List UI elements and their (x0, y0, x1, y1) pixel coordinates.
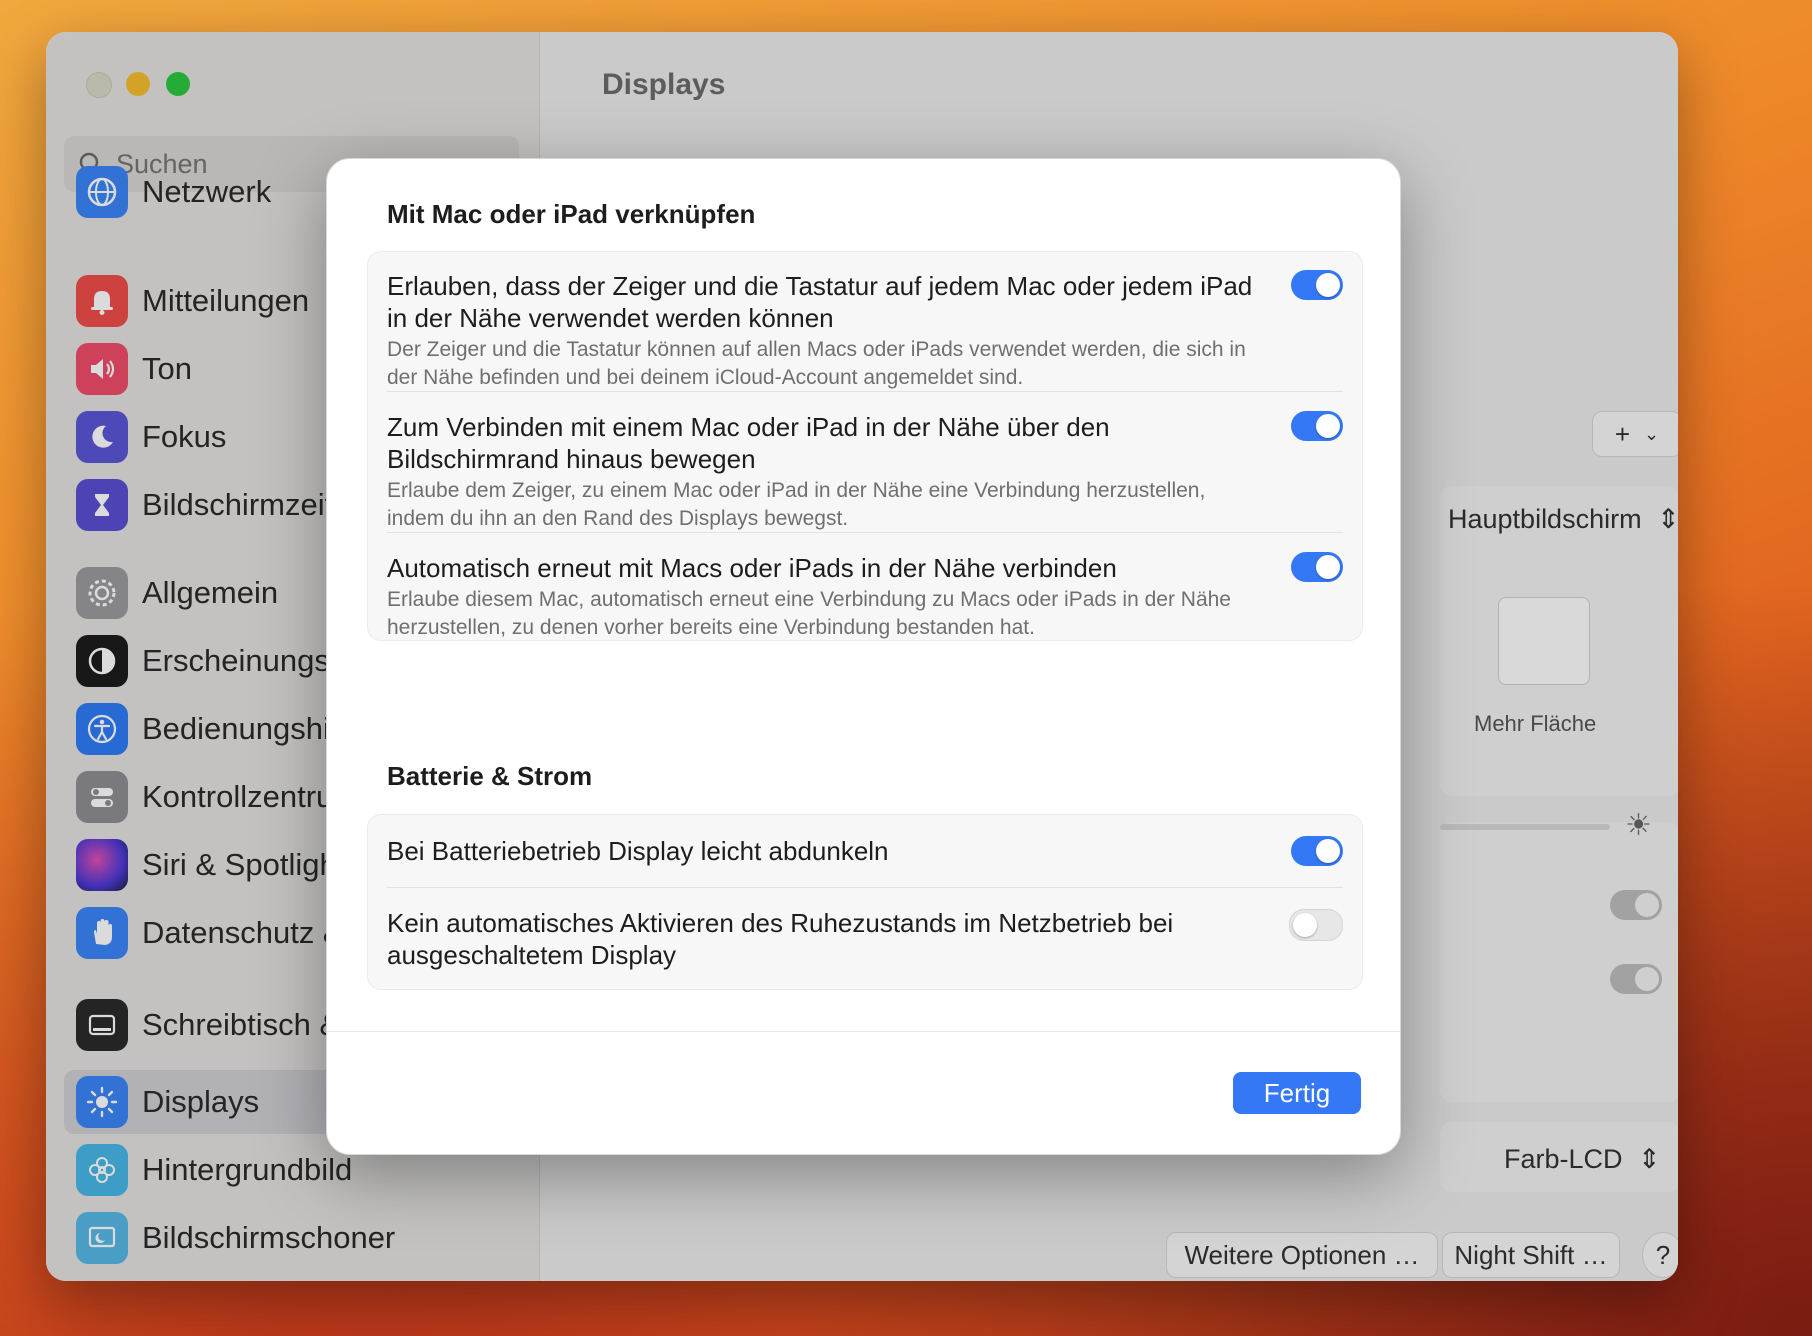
section-title-link: Mit Mac oder iPad verknüpfen (387, 199, 756, 229)
battery-settings-group: Bei Batteriebetrieb Display leicht abdun… (367, 814, 1363, 990)
toggle-pointer-keyboard[interactable] (1291, 270, 1343, 300)
link-mac-ipad-dialog: Mit Mac oder iPad verknüpfen Erlauben, d… (326, 158, 1401, 1155)
divider (387, 532, 1343, 533)
setting-title: Bei Batteriebetrieb Display leicht abdun… (387, 836, 889, 866)
divider (387, 887, 1343, 888)
toggle-prevent-sleep[interactable] (1289, 909, 1343, 941)
setting-title: Zum Verbinden mit einem Mac oder iPad in… (387, 412, 1110, 474)
done-button[interactable]: Fertig (1233, 1072, 1361, 1114)
dialog-footer-divider (327, 1031, 1400, 1032)
setting-description: Der Zeiger und die Tastatur können auf a… (387, 338, 1246, 389)
toggle-auto-reconnect[interactable] (1291, 552, 1343, 582)
setting-title: Erlauben, dass der Zeiger und die Tastat… (387, 271, 1253, 333)
setting-description: Erlaube diesem Mac, automatisch erneut e… (387, 588, 1231, 639)
toggle-dim-on-battery[interactable] (1291, 836, 1343, 866)
setting-row-prevent-sleep: Kein automatisches Aktivieren des Ruhezu… (387, 907, 1343, 971)
setting-title: Kein automatisches Aktivieren des Ruhezu… (387, 908, 1174, 970)
setting-row-dim-on-battery: Bei Batteriebetrieb Display leicht abdun… (387, 835, 1343, 867)
section-title-battery: Batterie & Strom (387, 761, 593, 791)
setting-title: Automatisch erneut mit Macs oder iPads i… (387, 553, 1117, 583)
divider (387, 391, 1343, 392)
link-settings-group: Erlauben, dass der Zeiger und die Tastat… (367, 251, 1363, 641)
setting-row-auto-reconnect: Automatisch erneut mit Macs oder iPads i… (387, 552, 1343, 642)
setting-row-pointer-keyboard: Erlauben, dass der Zeiger und die Tastat… (387, 270, 1343, 392)
setting-description: Erlaube dem Zeiger, zu einem Mac oder iP… (387, 479, 1206, 530)
toggle-edge-connect[interactable] (1291, 411, 1343, 441)
setting-row-edge-connect: Zum Verbinden mit einem Mac oder iPad in… (387, 411, 1343, 533)
